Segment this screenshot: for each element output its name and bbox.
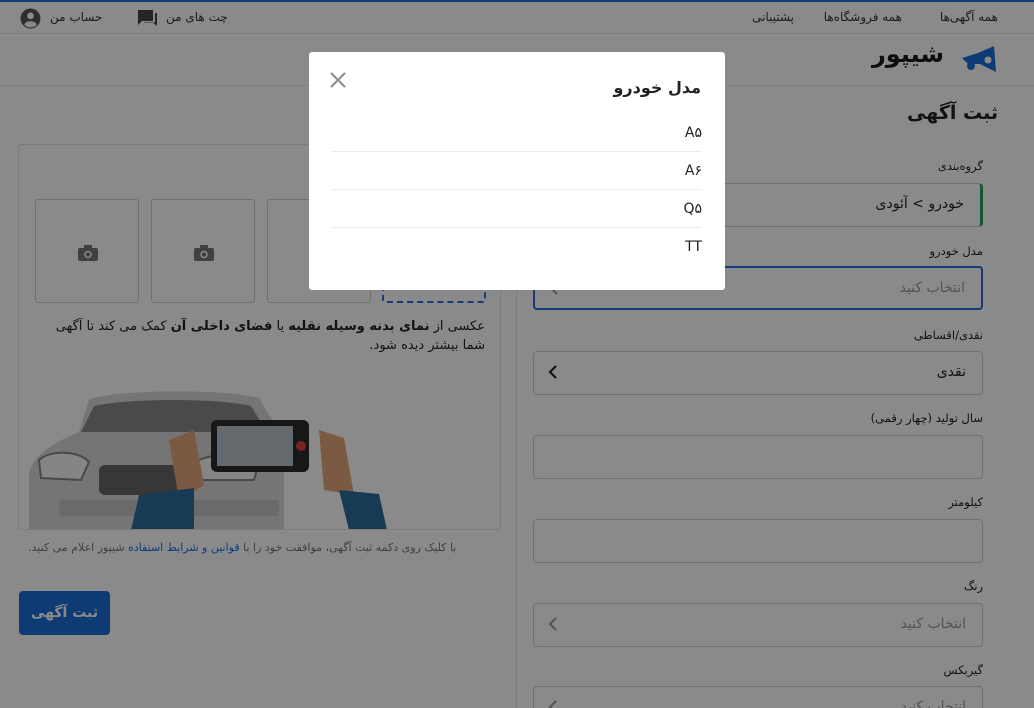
model-option[interactable]: Q۵ [332, 190, 702, 228]
page: همه آگهی‌ها همه فروشگاه‌ها پشتیبانی چت ه… [0, 0, 1034, 708]
close-icon[interactable] [327, 69, 349, 91]
car-model-modal: مدل خودرو A۵ A۶ Q۵ TT [309, 52, 725, 290]
model-option-label: A۶ [684, 163, 702, 179]
modal-title: مدل خودرو [613, 78, 701, 97]
model-option-label: A۵ [684, 125, 702, 141]
model-option[interactable]: TT [332, 228, 702, 266]
model-option-label: Q۵ [683, 201, 702, 217]
model-option-label: TT [685, 239, 702, 255]
model-option[interactable]: A۵ [332, 114, 702, 152]
model-option[interactable]: A۶ [332, 152, 702, 190]
